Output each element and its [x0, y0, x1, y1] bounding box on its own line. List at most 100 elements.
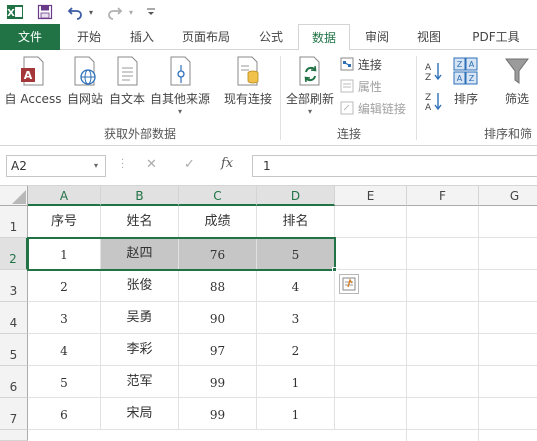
fill-handle[interactable] — [332, 267, 337, 272]
table-cell[interactable]: 97 — [179, 334, 257, 366]
header-cell[interactable]: 姓名 — [101, 206, 179, 238]
quick-analysis-button[interactable] — [339, 274, 359, 294]
quick-analysis-icon — [342, 277, 356, 291]
row-header-7[interactable]: 7 — [0, 398, 28, 430]
sort-ascending-button[interactable]: A Z — [424, 60, 442, 83]
svg-text:A: A — [425, 63, 432, 73]
column-header-f[interactable]: F — [407, 186, 479, 206]
column-header-a[interactable]: A — [28, 186, 101, 206]
from-other-sources-dropdown-icon: ▾ — [177, 107, 182, 116]
table-cell[interactable]: 张俊 — [101, 270, 179, 302]
edit-links-label: 编辑链接 — [357, 102, 406, 116]
sort-dialog-icon: Z A A Z — [453, 56, 479, 86]
table-cell[interactable]: 李彩 — [101, 334, 179, 366]
table-cell[interactable]: 4 — [257, 270, 335, 302]
from-access-button[interactable]: A 自 Access — [4, 56, 62, 107]
header-cell[interactable]: 排名 — [257, 206, 335, 238]
sort-descending-button[interactable]: Z A — [424, 90, 442, 113]
tab-file[interactable]: 文件 — [0, 24, 60, 50]
table-cell[interactable]: 6 — [28, 398, 101, 430]
table-cell[interactable]: 3 — [28, 302, 101, 334]
filter-button[interactable]: 筛选 — [498, 56, 536, 107]
undo-icon[interactable] — [66, 3, 84, 21]
table-cell[interactable]: 99 — [179, 366, 257, 398]
edit-links-button[interactable]: 编辑链接 — [340, 100, 406, 118]
connections-button[interactable]: 连接 — [340, 56, 382, 74]
from-text-button[interactable]: 自文本 — [107, 56, 147, 107]
table-cell[interactable]: 76 — [179, 238, 257, 270]
table-cell[interactable]: 90 — [179, 302, 257, 334]
tab-review[interactable]: 审阅 — [352, 24, 402, 50]
table-cell[interactable]: 99 — [179, 398, 257, 430]
header-cell[interactable]: 序号 — [28, 206, 101, 238]
svg-text:A: A — [469, 60, 475, 69]
row-header-5[interactable]: 5 — [0, 334, 28, 366]
table-cell[interactable]: 2 — [28, 270, 101, 302]
from-other-sources-button[interactable]: 自其他来源 ▾ — [148, 56, 212, 116]
redo-icon[interactable] — [106, 3, 124, 21]
formula-bar-grip-icon: · · · — [121, 155, 125, 174]
table-cell[interactable]: 1 — [257, 398, 335, 430]
tab-pdf-tools[interactable]: PDF工具 — [460, 24, 532, 50]
column-header-b[interactable]: B — [101, 186, 179, 206]
customize-icon[interactable] — [145, 3, 157, 21]
table-cell[interactable]: 2 — [257, 334, 335, 366]
row-header-3[interactable]: 3 — [0, 270, 28, 302]
column-header-g[interactable]: G — [479, 186, 537, 206]
group-label-sort-filter: 排序和筛 — [484, 127, 533, 141]
existing-connections-button[interactable]: 现有连接 — [220, 56, 276, 107]
svg-text:Z: Z — [457, 60, 463, 69]
row-header-1[interactable]: 1 — [0, 206, 28, 238]
table-cell[interactable]: 吴勇 — [101, 302, 179, 334]
table-cell[interactable]: 1 — [257, 366, 335, 398]
refresh-all-button[interactable]: 全部刷新 ▾ — [284, 56, 336, 116]
row-header-8[interactable] — [0, 430, 28, 441]
table-cell[interactable]: 5 — [257, 238, 335, 270]
filter-label: 筛选 — [504, 92, 529, 106]
tab-page-layout[interactable]: 页面布局 — [170, 24, 242, 50]
tab-formulas[interactable]: 公式 — [246, 24, 296, 50]
table-cell[interactable]: 4 — [28, 334, 101, 366]
name-box[interactable]: A2 — [6, 155, 106, 177]
from-web-button[interactable]: 自网站 — [64, 56, 106, 107]
formula-input[interactable]: 1 — [252, 155, 537, 177]
name-box-dropdown-icon[interactable]: ▾ — [94, 161, 98, 170]
column-header-e[interactable]: E — [335, 186, 407, 206]
table-cell[interactable]: 宋局 — [101, 398, 179, 430]
table-cell[interactable]: 5 — [28, 366, 101, 398]
svg-text:Z: Z — [425, 73, 431, 82]
sort-button[interactable]: Z A A Z 排序 — [448, 56, 484, 107]
enter-icon[interactable]: ✓ — [184, 157, 195, 172]
row-header-2[interactable]: 2 — [0, 238, 28, 270]
select-all-corner[interactable] — [0, 186, 28, 206]
table-cell[interactable]: 赵四 — [101, 238, 179, 270]
column-header-d[interactable]: D — [257, 186, 335, 206]
row-header-6[interactable]: 6 — [0, 366, 28, 398]
header-cell[interactable]: 成绩 — [179, 206, 257, 238]
ribbon: A 自 Access 自网站 自文本 自其他来源 ▾ 现有连接 获取外部数据 全… — [0, 50, 537, 146]
svg-text:A: A — [24, 69, 33, 82]
cancel-icon[interactable]: ✕ — [146, 157, 157, 172]
tab-data[interactable]: 数据 — [298, 24, 350, 51]
row-header-4[interactable]: 4 — [0, 302, 28, 334]
tab-home[interactable]: 开始 — [63, 24, 115, 50]
column-header-c[interactable]: C — [179, 186, 257, 206]
edit-links-icon — [340, 101, 354, 115]
insert-function-icon[interactable]: fx — [221, 156, 233, 171]
worksheet-grid[interactable]: A B C D E F G 1 2 3 4 5 6 7 序号 姓名 成绩 排名 … — [0, 186, 537, 441]
from-web-label: 自网站 — [66, 92, 103, 106]
sort-descending-icon: Z A — [425, 93, 442, 113]
save-icon[interactable] — [36, 3, 54, 21]
table-cell[interactable]: 范军 — [101, 366, 179, 398]
properties-icon — [340, 79, 354, 93]
tab-view[interactable]: 视图 — [404, 24, 454, 50]
redo-dropdown-icon[interactable]: ▾ — [126, 3, 136, 21]
table-cell[interactable]: 1 — [28, 238, 101, 270]
tab-insert[interactable]: 插入 — [117, 24, 167, 50]
web-globe-icon — [72, 56, 98, 86]
table-cell[interactable]: 3 — [257, 302, 335, 334]
undo-dropdown-icon[interactable]: ▾ — [86, 3, 96, 21]
properties-button[interactable]: 属性 — [340, 78, 382, 96]
formula-value: 1 — [263, 159, 271, 173]
table-cell[interactable]: 88 — [179, 270, 257, 302]
